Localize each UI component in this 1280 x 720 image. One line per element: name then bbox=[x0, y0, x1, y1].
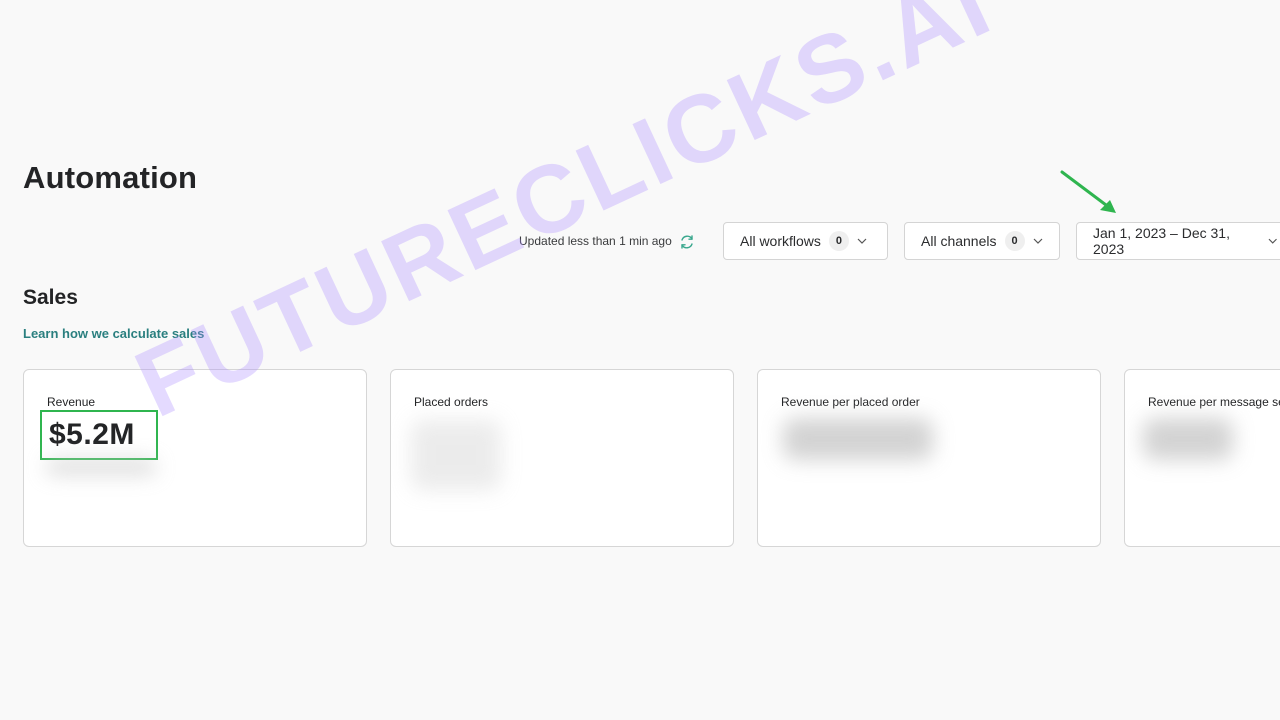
revenue-card-label: Revenue bbox=[47, 395, 96, 409]
workflows-count-badge: 0 bbox=[828, 231, 849, 251]
revenue-per-message-card: Revenue per message sent bbox=[1124, 369, 1280, 547]
refresh-icon[interactable] bbox=[679, 234, 695, 250]
filter-toolbar: Updated less than 1 min ago All workflow… bbox=[0, 222, 1280, 262]
annotation-arrow-icon bbox=[1060, 170, 1116, 213]
workflows-filter-label: All workflows bbox=[740, 233, 821, 249]
revenue-per-message-card-label: Revenue per message sent bbox=[1148, 395, 1280, 409]
placed-orders-card: Placed orders bbox=[390, 369, 734, 547]
channels-filter-label: All channels bbox=[921, 233, 997, 249]
page-title: Automation bbox=[23, 160, 198, 195]
revenue-per-order-card: Revenue per placed order bbox=[757, 369, 1101, 547]
date-range-picker[interactable]: Jan 1, 2023 – Dec 31, 2023 bbox=[1076, 222, 1280, 260]
updated-status: Updated less than 1 min ago bbox=[519, 234, 672, 248]
learn-sales-calculation-link[interactable]: Learn how we calculate sales bbox=[23, 326, 204, 341]
blurred-content bbox=[783, 418, 933, 460]
revenue-card: Revenue $5.2M bbox=[23, 369, 367, 547]
channels-filter-dropdown[interactable]: All channels 0 bbox=[904, 222, 1060, 260]
sales-section-title: Sales bbox=[23, 286, 78, 309]
revenue-value: $5.2M bbox=[49, 418, 135, 451]
placed-orders-card-label: Placed orders bbox=[414, 395, 489, 409]
blurred-content bbox=[1143, 418, 1233, 460]
workflows-filter-dropdown[interactable]: All workflows 0 bbox=[723, 222, 888, 260]
chevron-down-icon bbox=[1268, 238, 1277, 244]
channels-count-badge: 0 bbox=[1004, 231, 1025, 251]
blurred-content bbox=[411, 420, 501, 490]
chevron-down-icon bbox=[1033, 238, 1042, 244]
highlight-box: $5.2M bbox=[40, 410, 158, 460]
date-range-label: Jan 1, 2023 – Dec 31, 2023 bbox=[1093, 225, 1230, 257]
blurred-content bbox=[46, 460, 156, 474]
revenue-per-order-card-label: Revenue per placed order bbox=[781, 395, 920, 409]
page: Automation Updated less than 1 min ago A… bbox=[0, 0, 1280, 720]
chevron-down-icon bbox=[857, 238, 867, 244]
